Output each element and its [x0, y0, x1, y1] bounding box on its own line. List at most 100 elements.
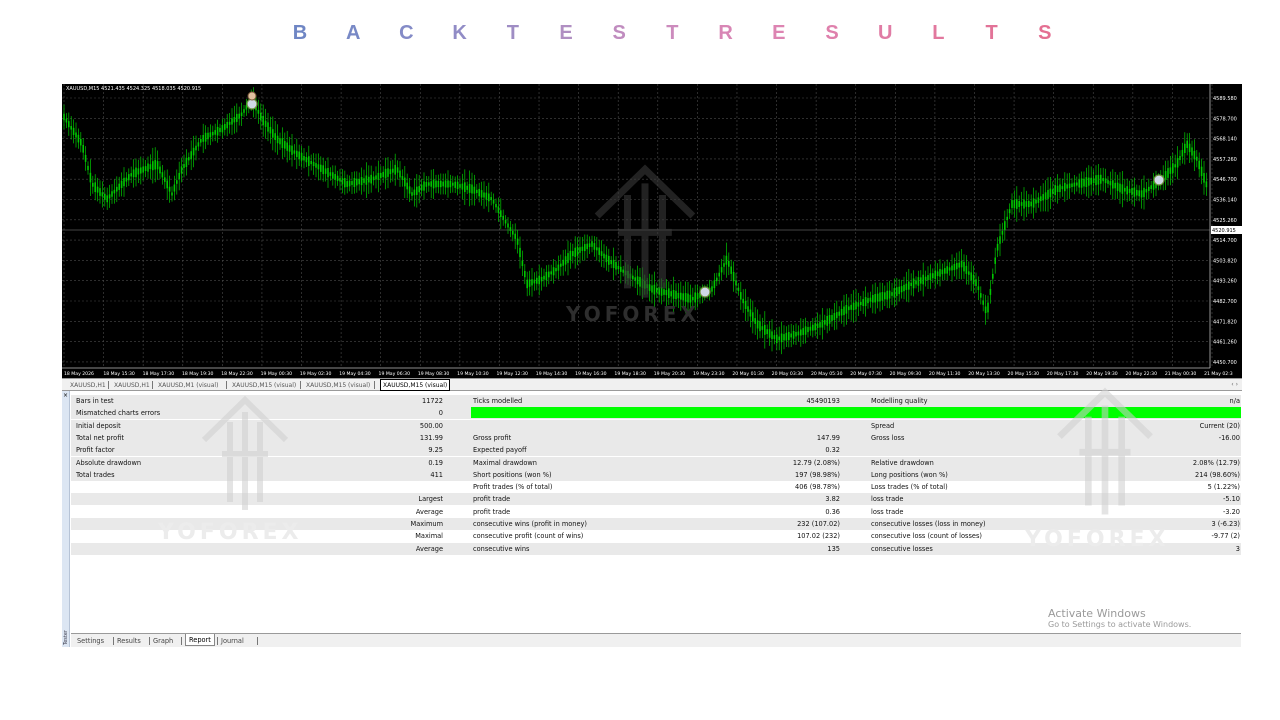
candle-body [797, 331, 800, 336]
price-axis-label: 4503.820 [1213, 258, 1237, 264]
candle-body [982, 300, 984, 305]
candle-body [783, 334, 785, 341]
chart-canvas[interactable]: 4589.580 4578.700 4568.140 4557.260 4546.700… [62, 84, 1242, 378]
candle-body [274, 133, 276, 141]
candle-body [586, 243, 588, 250]
candle-body [879, 292, 881, 302]
candle-body [339, 178, 341, 182]
report-cell-l3: loss trade [871, 507, 904, 516]
candle-body [696, 293, 699, 300]
candle-body [924, 276, 927, 281]
candle-body [1095, 175, 1097, 186]
candle-body [752, 312, 754, 322]
candle-body [77, 134, 80, 143]
report-cell-l1: Mismatched charts errors [76, 409, 161, 418]
candle-body [128, 174, 130, 181]
report-cell-v2: 0.32 [825, 446, 840, 455]
close-icon[interactable]: × [63, 392, 68, 399]
candle-body [1032, 198, 1035, 208]
tab-report[interactable]: Report [185, 634, 215, 646]
candle-body [130, 173, 132, 177]
candle-body [996, 243, 999, 251]
candle-body [236, 113, 238, 122]
candle-body [401, 176, 404, 180]
title-letter: B [292, 22, 308, 44]
candle-body [905, 283, 908, 290]
report-cell-v1: 0 [438, 409, 443, 418]
candle-body [615, 261, 617, 270]
candle-body [212, 131, 214, 136]
time-axis-label: 20 May 07:30 [850, 371, 882, 377]
candle-body [725, 255, 728, 265]
candle-body [528, 279, 531, 287]
candle-body [72, 127, 75, 135]
candle-body [1126, 186, 1128, 195]
candle-body [1150, 185, 1152, 189]
trade-close-marker-icon [247, 91, 257, 101]
candle-body [1016, 199, 1018, 209]
report-cell-l2: Profit trades (% of total) [473, 483, 553, 492]
tab-separator [374, 381, 375, 389]
chart-tab[interactable]: XAUUSD,H1 [114, 380, 150, 391]
time-axis-label: 19 May 00:30 [261, 371, 293, 377]
tab-scroll-arrows[interactable]: ‹ › [1231, 379, 1238, 390]
candle-body [1193, 150, 1196, 160]
candle-body [68, 121, 70, 128]
candle-body [975, 279, 977, 286]
report-row: Average profit trade 0.36 loss trade -3.20 [71, 506, 1241, 518]
candle-body [408, 186, 411, 194]
candle-body [116, 186, 118, 192]
price-axis-label: 4557.260 [1213, 157, 1237, 163]
candle-body [1076, 182, 1078, 186]
candle-body [636, 276, 639, 285]
chart-tab[interactable]: XAUUSD,M15 (visual) [380, 379, 451, 391]
chart-tab[interactable]: XAUUSD,M15 (visual) [232, 380, 296, 391]
report-row: Largest profit trade 3.82 loss trade -5.10 [71, 493, 1241, 506]
candle-body [536, 277, 538, 284]
candle-body [1172, 163, 1174, 174]
candle-body [872, 295, 874, 303]
candle-body [512, 230, 514, 235]
candle-body [377, 172, 380, 180]
candle-body [94, 182, 96, 193]
chart-tab[interactable]: XAUUSD,H1 [70, 380, 106, 391]
candle-body [118, 183, 120, 190]
candle-body [1167, 168, 1169, 178]
time-axis-label: 20 May 11:30 [929, 371, 961, 377]
chart-tab[interactable]: XAUUSD,M15 (visual) [306, 380, 370, 391]
price-axis-label: 4536.140 [1213, 198, 1237, 204]
title-letter: K [452, 22, 467, 44]
candle-body [1203, 173, 1205, 183]
candle-body [488, 193, 490, 202]
price-chart[interactable]: 4589.580 4578.700 4568.140 4557.260 4546.700… [62, 84, 1242, 378]
candle-body [92, 182, 94, 187]
report-cell-l3: consecutive losses (loss in money) [871, 520, 986, 528]
tab-results[interactable]: Results [117, 635, 141, 647]
candle-body [682, 293, 684, 301]
candle-body [908, 281, 910, 290]
report-cell-l3: loss trade [871, 495, 904, 504]
candle-body [468, 183, 471, 193]
candle-body [917, 277, 920, 286]
title-letter: T [985, 22, 998, 44]
candle-body [816, 323, 819, 329]
candle-body [927, 275, 929, 281]
candle-body [1071, 183, 1073, 187]
title-letter: E [772, 22, 786, 44]
candle-body [154, 159, 156, 170]
candle-body [113, 189, 116, 194]
candle-body [231, 118, 233, 125]
report-row: Absolute drawdown 0.19 Maximal drawdown 12.… [71, 456, 1241, 469]
chart-tab[interactable]: XAUUSD,M1 (visual) [158, 380, 218, 391]
tab-settings[interactable]: Settings [77, 635, 104, 647]
candle-body [440, 180, 442, 188]
trade-marker-icon [1153, 174, 1165, 186]
candle-body [315, 163, 317, 168]
tab-graph[interactable]: Graph [153, 635, 173, 647]
candle-body [137, 168, 140, 175]
tab-journal[interactable]: Journal [221, 635, 244, 647]
candle-body [742, 298, 744, 304]
report-cell-l3: Long positions (won %) [871, 470, 948, 479]
time-axis-label: 20 May 03:30 [772, 371, 804, 377]
tab-separator [181, 637, 182, 645]
